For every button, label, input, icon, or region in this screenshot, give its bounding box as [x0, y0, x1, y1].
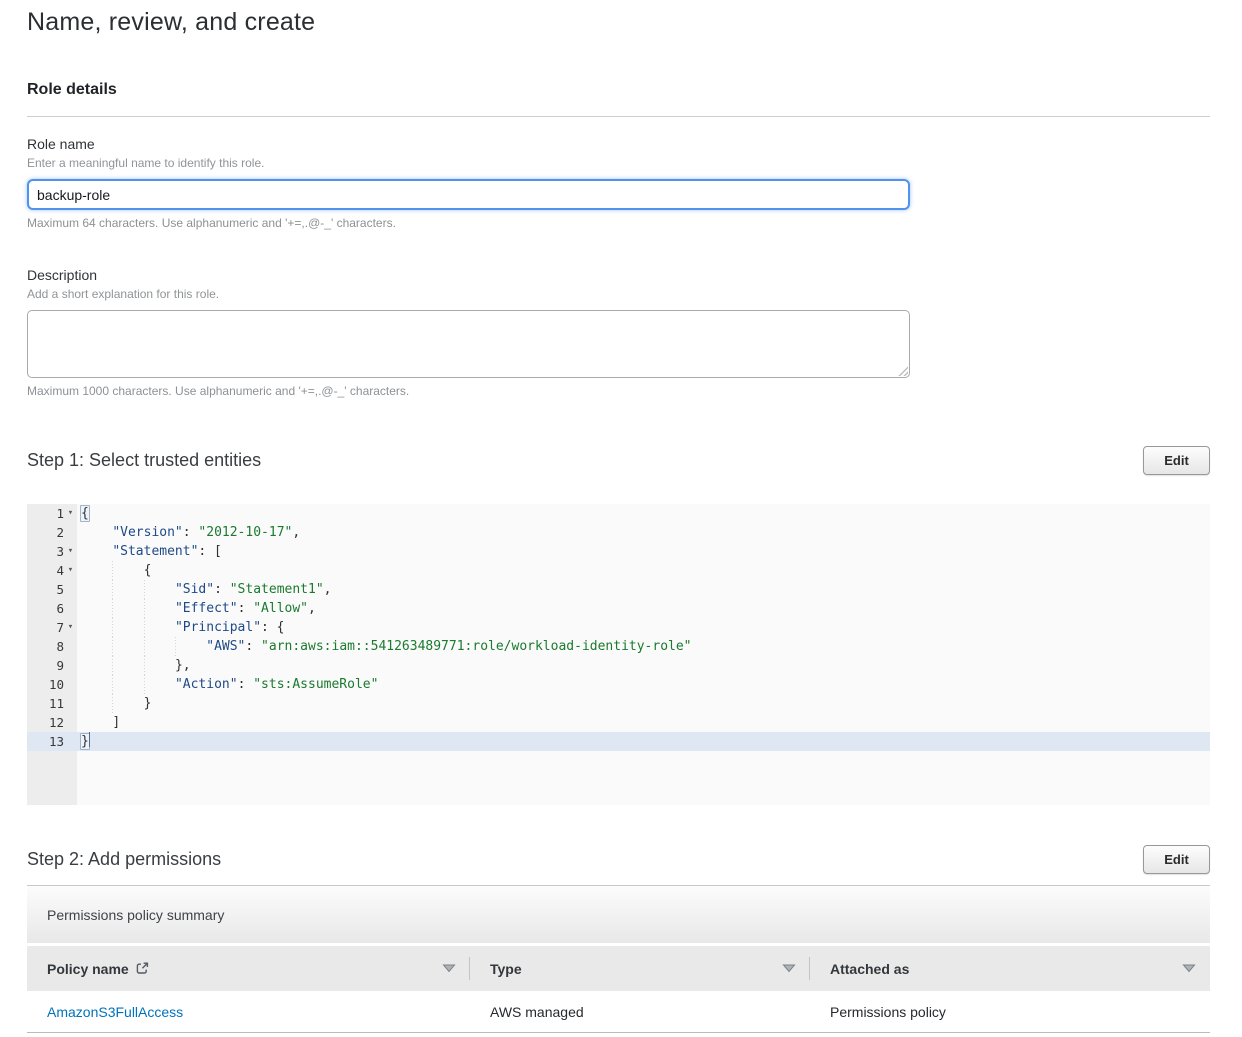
- fold-toggle-icon[interactable]: ▾: [64, 504, 77, 523]
- code-line[interactable]: "Effect": "Allow",: [77, 599, 1210, 618]
- line-number: 3▾: [27, 542, 77, 561]
- external-link-icon: [136, 962, 149, 975]
- column-header-attached-as[interactable]: Attached as: [810, 946, 1210, 991]
- role-name-hint: Enter a meaningful name to identify this…: [27, 156, 1210, 170]
- filter-dropdown-icon[interactable]: [442, 964, 456, 973]
- code-line[interactable]: "AWS": "arn:aws:iam::541263489771:role/w…: [77, 637, 1210, 656]
- code-line[interactable]: }: [77, 732, 1210, 751]
- column-label: Attached as: [830, 961, 909, 977]
- code-line[interactable]: {: [77, 561, 1210, 580]
- code-line[interactable]: },: [77, 656, 1210, 675]
- column-label: Policy name: [47, 961, 129, 977]
- column-header-policy-name[interactable]: Policy name: [27, 946, 470, 991]
- code-line[interactable]: "Version": "2012-10-17",: [77, 523, 1210, 542]
- policy-name-link[interactable]: AmazonS3FullAccess: [47, 1004, 183, 1020]
- line-number: 6: [27, 599, 77, 618]
- code-line[interactable]: {: [77, 504, 1210, 523]
- line-number: 12: [27, 713, 77, 732]
- line-number: 2: [27, 523, 77, 542]
- line-number: 4▾: [27, 561, 77, 580]
- cell-type: AWS managed: [470, 991, 810, 1032]
- table-header-row: Policy name Type: [27, 946, 1210, 991]
- step2-header-row: Step 2: Add permissions Edit: [27, 845, 1210, 874]
- role-name-input[interactable]: [27, 179, 910, 210]
- description-field: Description Add a short explanation for …: [27, 267, 1210, 398]
- line-number: 9: [27, 656, 77, 675]
- column-label: Type: [490, 961, 522, 977]
- line-number: 1▾: [27, 504, 77, 523]
- page-title: Name, review, and create: [27, 8, 1210, 37]
- line-number: 11: [27, 694, 77, 713]
- cell-attached-as: Permissions policy: [810, 991, 1210, 1032]
- description-hint: Add a short explanation for this role.: [27, 287, 1210, 301]
- line-number: 7▾: [27, 618, 77, 637]
- fold-toggle-icon[interactable]: ▾: [64, 542, 77, 561]
- description-textarea[interactable]: [27, 310, 910, 378]
- editor-code[interactable]: { "Version": "2012-10-17", "Statement": …: [77, 504, 1210, 805]
- permissions-table: Policy name Type: [27, 946, 1210, 1033]
- text-cursor: [89, 732, 91, 747]
- code-line[interactable]: "Statement": [: [77, 542, 1210, 561]
- line-number: 10: [27, 675, 77, 694]
- description-label: Description: [27, 267, 1210, 283]
- editor-gutter: 1▾23▾4▾567▾8910111213: [27, 504, 77, 805]
- code-line[interactable]: "Action": "sts:AssumeRole": [77, 675, 1210, 694]
- filter-dropdown-icon[interactable]: [782, 964, 796, 973]
- fold-toggle-icon[interactable]: ▾: [64, 561, 77, 580]
- code-line[interactable]: ]: [77, 713, 1210, 732]
- step1-edit-button[interactable]: Edit: [1143, 446, 1210, 475]
- divider: [27, 116, 1210, 117]
- step1-header-row: Step 1: Select trusted entities Edit: [27, 446, 1210, 475]
- trust-policy-editor[interactable]: 1▾23▾4▾567▾8910111213 { "Version": "2012…: [27, 504, 1210, 805]
- description-constraint: Maximum 1000 characters. Use alphanumeri…: [27, 384, 1210, 398]
- step2-heading: Step 2: Add permissions: [27, 849, 221, 870]
- line-number: 13: [27, 732, 77, 751]
- role-name-label: Role name: [27, 136, 1210, 152]
- role-name-field: Role name Enter a meaningful name to ide…: [27, 136, 1210, 230]
- line-number: 8: [27, 637, 77, 656]
- code-line[interactable]: }: [77, 694, 1210, 713]
- role-details-heading: Role details: [27, 81, 1210, 99]
- page-content: Name, review, and create Role details Ro…: [27, 0, 1210, 1033]
- step1-heading: Step 1: Select trusted entities: [27, 450, 261, 471]
- code-line[interactable]: "Sid": "Statement1",: [77, 580, 1210, 599]
- column-header-type[interactable]: Type: [470, 946, 810, 991]
- code-line[interactable]: "Principal": {: [77, 618, 1210, 637]
- table-row: AmazonS3FullAccess AWS managed Permissio…: [27, 991, 1210, 1033]
- cell-policy-name: AmazonS3FullAccess: [27, 991, 470, 1032]
- step2-edit-button[interactable]: Edit: [1143, 845, 1210, 874]
- line-number: 5: [27, 580, 77, 599]
- role-name-constraint: Maximum 64 characters. Use alphanumeric …: [27, 216, 1210, 230]
- filter-dropdown-icon[interactable]: [1182, 964, 1196, 973]
- permissions-panel-header: Permissions policy summary: [27, 885, 1210, 943]
- fold-toggle-icon[interactable]: ▾: [64, 618, 77, 637]
- permissions-panel-title: Permissions policy summary: [47, 907, 224, 923]
